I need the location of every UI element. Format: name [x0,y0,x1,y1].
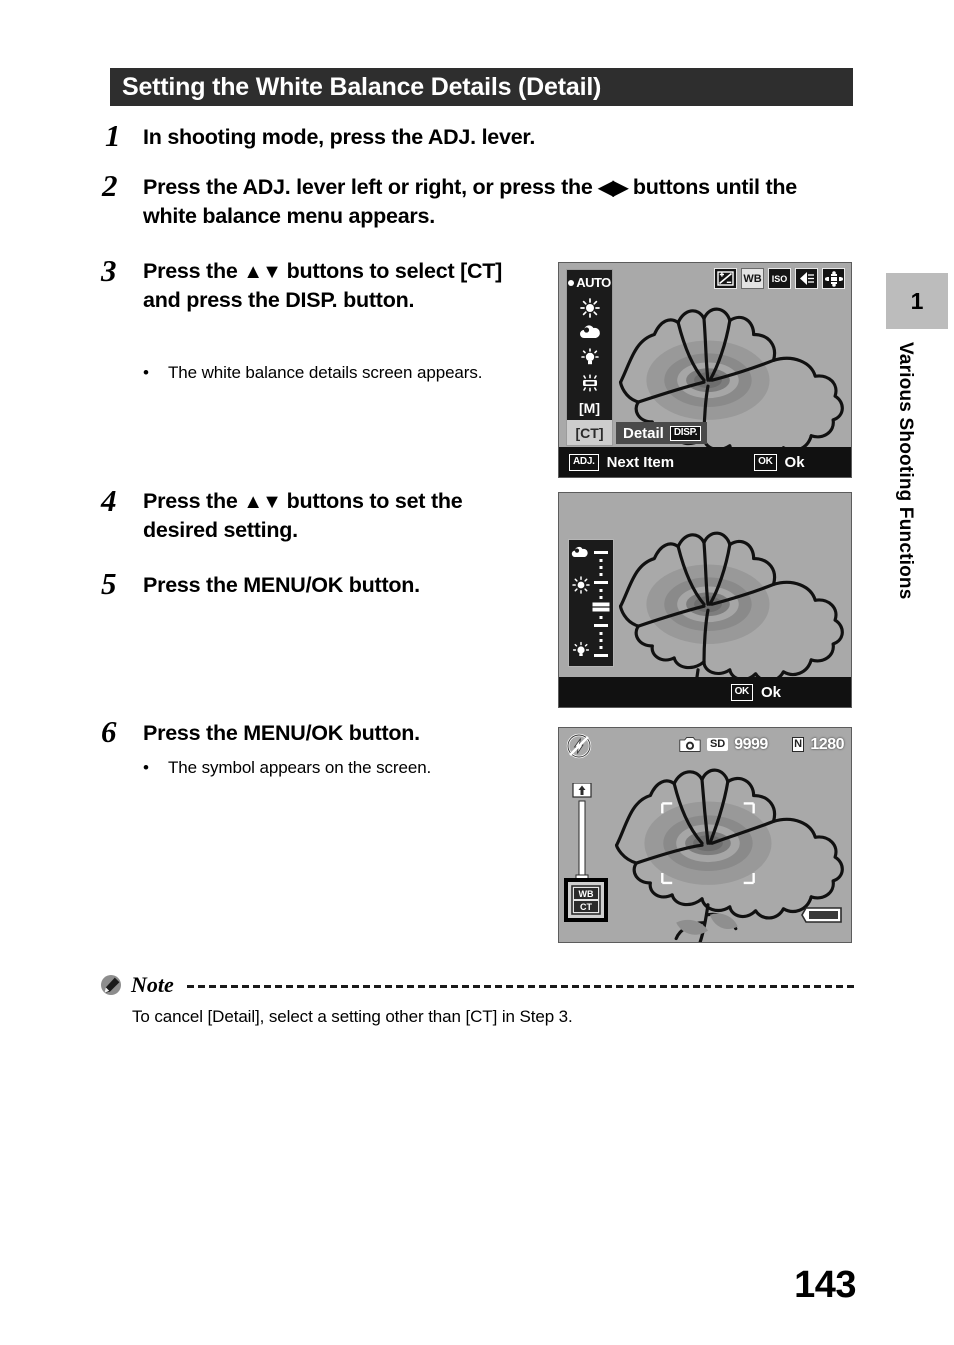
battery-full-icon [801,905,843,930]
wb-option-color-temperature[interactable]: [CT] [567,420,612,445]
bullet-dot-icon: • [143,363,149,382]
lcd-footer-bar: ADJ. Next Item OK Ok [559,447,851,477]
wb-option-auto[interactable]: AUTO [567,270,612,295]
step-text-4: Press the ▲▼ buttons to set the desired … [143,487,533,544]
step-number-2: 2 [102,168,118,203]
bullet-dot-icon: • [143,758,149,777]
step-number-4: 4 [101,483,117,518]
fluorescent-tube-icon [582,373,597,392]
wb-option-manual[interactable]: [M] [567,395,612,420]
note-text: To cancel [Detail], select a setting oth… [132,1007,573,1026]
up-down-arrow-icon: ▲▼ [243,261,282,283]
chapter-label: Various Shooting Functions [895,342,916,600]
lcd-screen-white-balance-details: OK Ok [558,492,852,708]
adj-key-badge: ADJ. [569,453,599,471]
image-size-label: 1280 [810,735,844,753]
manual-page: Setting the White Balance Details (Detai… [0,0,954,1345]
still-camera-icon [679,737,701,752]
disp-key-badge: DISP. [669,425,702,441]
up-down-arrow-icon: ▲▼ [243,491,282,513]
wb-option-daylight[interactable] [567,295,612,320]
live-view-status-row: SD 9999 N 1280 [679,734,844,755]
step-text-6: Press the MENU/OK button. [143,721,420,745]
lcd-footer-bar: OK Ok [559,677,851,707]
left-right-arrow-icon: ◀▶ [598,177,628,199]
step-text-3: Press the ▲▼ buttons to select [CT] and … [143,257,533,314]
iso-icon[interactable]: ISO [768,268,791,289]
note-pen-icon [101,975,121,995]
white-balance-icon[interactable]: WB [741,268,764,289]
wb-option-incandescent[interactable] [567,345,612,370]
lcd-screen-white-balance-menu: AUTO [M] [CT] WB ISO Detail DISP. ADJ. N… [558,262,852,478]
step-number-1: 1 [105,118,121,153]
step-6-bullet: • The symbol appears on the screen. [143,757,533,779]
footer-next-item-label: Next Item [606,453,675,471]
wb-option-auto-label: AUTO [576,275,611,290]
ok-key-badge: OK [730,683,753,701]
focus-icon[interactable] [795,268,818,289]
daylight-sun-icon [579,297,600,318]
telephoto-icon [572,782,592,798]
footer-ok-label: Ok [760,683,781,701]
step-text-3-part1: Press the [143,259,244,283]
step-number-3: 3 [101,253,117,288]
sd-card-badge: SD [706,738,729,751]
note-dash-rule [186,985,855,988]
overcast-cloud-icon [571,546,588,557]
shots-remaining: 9999 [734,735,768,753]
ct-slider-thumb [591,601,611,613]
wb-option-fluorescent[interactable] [567,370,612,395]
flash-off-icon [566,733,592,764]
step-text-4-part1: Press the [143,489,244,513]
lcd-screen-live-view: SD 9999 N 1280 WB CT [558,727,852,943]
incandescent-lamp-icon [572,641,590,656]
page-number: 143 [794,1264,856,1306]
daylight-sun-icon [572,576,590,594]
step-number-6: 6 [101,714,117,749]
step-3-bullet: • The white balance details screen appea… [143,362,523,384]
note-block: Note To cancel [Detail], select a settin… [100,972,855,1027]
auto-radio-icon [568,279,575,286]
wb-option-overcast[interactable] [567,320,612,345]
section-title: Setting the White Balance Details (Detai… [110,68,853,106]
step-text-5: Press the MENU/OK button. [143,573,420,597]
step-number-5: 5 [101,566,117,601]
step-text-2: Press the ADJ. lever left or right, or p… [143,173,848,230]
quality-badge: N [791,737,805,752]
white-balance-option-list[interactable]: AUTO [M] [CT] [566,269,613,446]
ok-key-badge: OK [754,453,777,471]
step-6-bullet-text: The symbol appears on the screen. [168,758,432,777]
footer-ok-label: Ok [784,453,805,471]
note-header: Note [100,972,855,998]
note-title: Note [131,972,174,997]
white-balance-ct-badge: WB CT [564,878,608,922]
exposure-compensation-icon[interactable] [714,268,737,289]
ct-slider-graphics [571,546,611,657]
adj-pad-icon[interactable] [822,268,845,289]
adj-mode-icon-row: WB ISO [714,268,845,289]
overcast-cloud-icon [579,325,600,338]
step-text-1: In shooting mode, press the ADJ. lever. [143,125,536,149]
incandescent-lamp-icon [580,347,599,364]
chapter-number-tab: 1 [886,273,948,329]
step-3-bullet-text: The white balance details screen appears… [168,363,483,382]
wb-ct-icon: WB CT [571,885,601,915]
detail-chip-label: Detail [623,424,664,442]
step-text-2-part1: Press the ADJ. lever left or right, or p… [143,175,599,199]
svg-text:CT: CT [580,902,592,912]
color-temperature-slider[interactable] [568,539,614,667]
detail-disp-chip[interactable]: Detail DISP. [616,422,708,444]
svg-text:WB: WB [579,889,594,899]
